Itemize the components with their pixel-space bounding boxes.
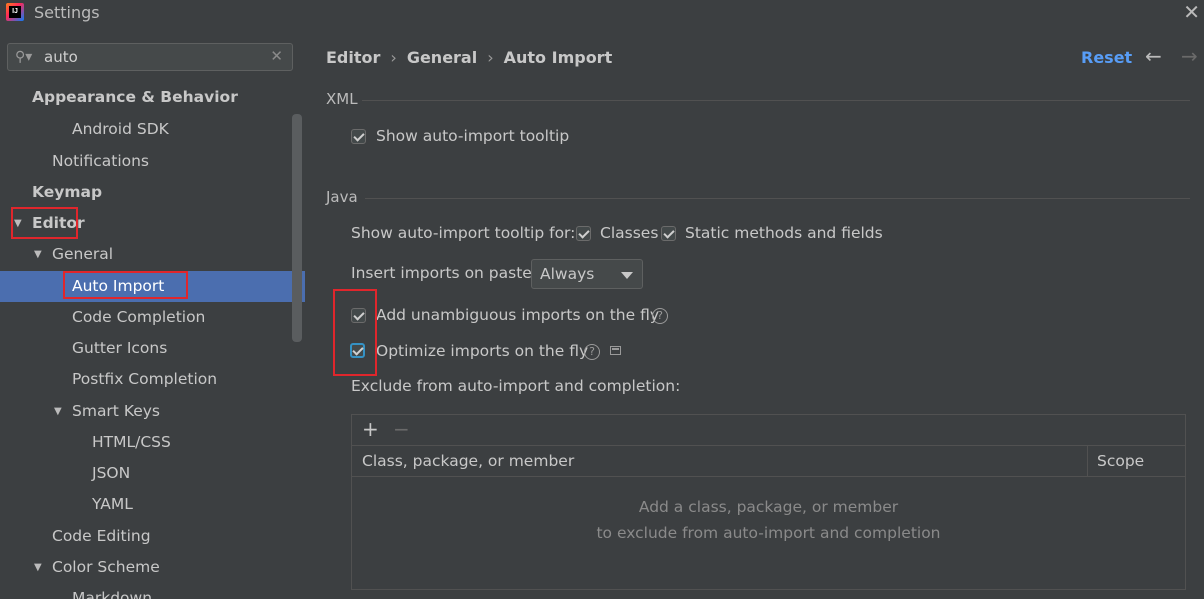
sidebar-item-label: Postfix Completion (72, 370, 218, 388)
tooltip-for-label: Show auto-import tooltip for: (351, 224, 576, 242)
sidebar-item-label: Smart Keys (72, 402, 160, 420)
sidebar-item-smart-keys[interactable]: ▼ Smart Keys (0, 396, 305, 427)
static-methods-label: Static methods and fields (685, 224, 883, 242)
sidebar-item-general[interactable]: ▼ General (0, 239, 305, 270)
sidebar-item-label: Notifications (52, 152, 150, 170)
chevron-down-icon[interactable]: ▼ (54, 396, 62, 427)
settings-sidebar: ⚲▾ auto ✕ Appearance & Behavior Android … (0, 28, 306, 599)
column-header-class[interactable]: Class, package, or member (362, 452, 574, 470)
sidebar-item-keymap[interactable]: Keymap (0, 177, 305, 208)
sidebar-item-appearance-behavior[interactable]: Appearance & Behavior (0, 82, 305, 113)
optimize-imports-checkbox[interactable] (350, 343, 365, 358)
sidebar-item-code-completion[interactable]: Code Completion (0, 302, 305, 333)
breadcrumb-separator-icon: › (487, 48, 494, 67)
table-toolbar: + − (352, 415, 1185, 446)
sidebar-item-html-css[interactable]: HTML/CSS (0, 427, 305, 458)
sidebar-item-label: Android SDK (72, 120, 169, 138)
sidebar-item-label: General (52, 245, 114, 263)
sidebar-item-code-editing[interactable]: Code Editing (0, 521, 305, 552)
search-value: auto (44, 48, 78, 66)
insert-on-paste-select[interactable]: Always (531, 259, 643, 289)
sidebar-item-android-sdk[interactable]: Android SDK (0, 114, 305, 145)
arrow-right-icon[interactable]: → (1181, 44, 1198, 68)
remove-icon[interactable]: − (393, 417, 410, 441)
search-input[interactable]: ⚲▾ auto ✕ (7, 43, 293, 71)
exclude-table: + − Class, package, or member Scope Add … (351, 414, 1186, 590)
sidebar-item-label: Markdown (72, 589, 153, 599)
window-title: Settings (34, 3, 100, 22)
sidebar-item-label: Code Completion (72, 308, 206, 326)
breadcrumb-item-editor[interactable]: Editor (326, 48, 380, 67)
breadcrumb-separator-icon: › (390, 48, 397, 67)
settings-scope-icon[interactable] (610, 346, 621, 355)
title-bar: IJ Settings ✕ (0, 0, 1204, 28)
sidebar-scrollbar[interactable] (292, 114, 302, 342)
optimize-imports-label: Optimize imports on the fly (376, 342, 589, 360)
sidebar-item-label: Editor (32, 214, 85, 232)
show-auto-import-tooltip-label: Show auto-import tooltip (376, 127, 570, 145)
sidebar-item-label: Auto Import (72, 277, 165, 295)
column-header-scope[interactable]: Scope (1097, 452, 1144, 470)
settings-content: Editor › General › Auto Import Reset ← → XML… (305, 28, 1204, 599)
help-icon[interactable]: ? (584, 344, 600, 360)
dropdown-arrow-icon (621, 272, 633, 279)
sidebar-item-yaml[interactable]: YAML (0, 489, 305, 520)
sidebar-item-color-scheme[interactable]: ▼ Color Scheme (0, 552, 305, 583)
sidebar-item-editor[interactable]: ▼ Editor (0, 208, 305, 239)
insert-on-paste-label: Insert imports on paste: (351, 264, 538, 282)
sidebar-item-label: HTML/CSS (92, 433, 171, 451)
add-unambiguous-imports-checkbox[interactable] (351, 308, 366, 323)
breadcrumb-item-auto-import: Auto Import (503, 48, 613, 67)
sidebar-item-label: Keymap (32, 183, 103, 201)
sidebar-item-gutter-icons[interactable]: Gutter Icons (0, 333, 305, 364)
chevron-down-icon[interactable]: ▼ (14, 208, 22, 239)
chevron-down-icon[interactable]: ▼ (34, 552, 42, 583)
sidebar-item-notifications[interactable]: Notifications (0, 146, 305, 177)
column-divider (1087, 446, 1088, 476)
breadcrumb-item-general[interactable]: General (407, 48, 477, 67)
add-unambiguous-imports-label: Add unambiguous imports on the fly (376, 306, 660, 324)
section-divider (362, 100, 1190, 101)
sidebar-item-markdown[interactable]: Markdown (0, 583, 305, 599)
table-header: Class, package, or member Scope (352, 446, 1185, 477)
search-icon: ⚲▾ (15, 49, 33, 65)
section-title-java: Java (326, 188, 358, 206)
arrow-left-icon[interactable]: ← (1145, 44, 1162, 68)
sidebar-item-label: Gutter Icons (72, 339, 168, 357)
empty-state-line1: Add a class, package, or member (638, 498, 899, 516)
chevron-down-icon[interactable]: ▼ (34, 239, 42, 270)
sidebar-item-label: Appearance & Behavior (32, 88, 238, 106)
section-title-xml: XML (326, 90, 358, 108)
add-icon[interactable]: + (362, 417, 379, 441)
empty-state-line2: to exclude from auto-import and completi… (596, 524, 941, 542)
sidebar-item-label: JSON (92, 464, 131, 482)
show-auto-import-tooltip-checkbox[interactable] (351, 129, 366, 144)
sidebar-item-label: Color Scheme (52, 558, 160, 576)
sidebar-item-label: YAML (92, 495, 133, 513)
sidebar-item-json[interactable]: JSON (0, 458, 305, 489)
sidebar-item-label: Code Editing (52, 527, 151, 545)
intellij-logo-icon: IJ (6, 3, 24, 21)
static-methods-checkbox[interactable] (661, 226, 676, 241)
close-icon[interactable]: ✕ (1183, 2, 1200, 22)
reset-link[interactable]: Reset (1081, 48, 1132, 67)
classes-label: Classes (600, 224, 659, 242)
sidebar-item-postfix-completion[interactable]: Postfix Completion (0, 364, 305, 395)
classes-checkbox[interactable] (576, 226, 591, 241)
breadcrumb: Editor › General › Auto Import (326, 48, 612, 67)
exclude-label: Exclude from auto-import and completion: (351, 377, 681, 395)
clear-search-icon[interactable]: ✕ (270, 47, 283, 65)
insert-on-paste-value: Always (540, 265, 595, 283)
sidebar-item-auto-import[interactable]: Auto Import (0, 271, 305, 302)
section-divider (365, 198, 1190, 199)
help-icon[interactable]: ? (652, 308, 668, 324)
